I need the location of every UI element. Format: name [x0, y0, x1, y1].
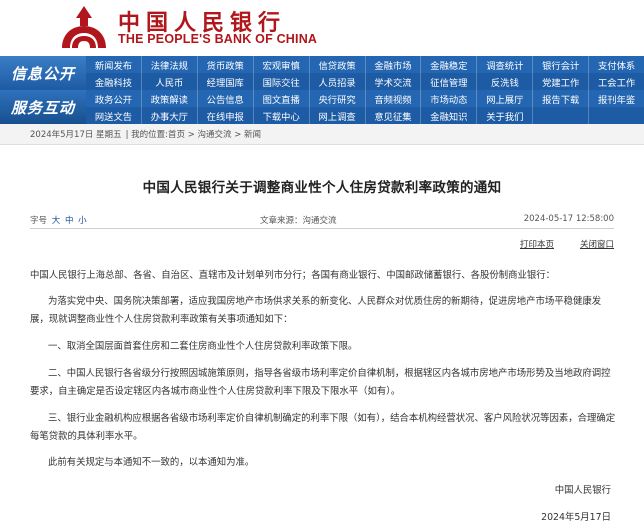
nav-link-online-filing[interactable]: 在线申报 [196, 107, 253, 124]
article-source: 文章来源：沟通交流 [260, 216, 337, 226]
nav-link-market-news[interactable]: 市场动态 [420, 90, 476, 107]
nav-link-payment-system[interactable]: 支付体系 [588, 56, 644, 73]
logo-english-name[interactable]: THE PEOPLE'S BANK OF CHINA [118, 32, 317, 46]
nav-link-about-us[interactable]: 关于我们 [476, 107, 532, 124]
nav-link-service-hall[interactable]: 办事大厅 [140, 107, 197, 124]
nav-row: 新闻发布 法律法规 货币政策 宏观审慎 信贷政策 金融市场 金融稳定 调查统计 … [86, 56, 644, 73]
nav-band-service-interaction: 服务互动 [0, 90, 86, 124]
main-nav: 信息公开 服务互动 新闻发布 法律法规 货币政策 宏观审慎 信贷政策 金融市场 … [0, 56, 644, 124]
font-size-label: 字号 [30, 216, 48, 226]
nav-link-policy-interpretation[interactable]: 政策解读 [140, 90, 197, 107]
nav-link-downloads[interactable]: 下载中心 [252, 107, 309, 124]
nav-row: 网送文告 办事大厅 在线申报 下载中心 网上调查 意见征集 金融知识 关于我们 [86, 107, 644, 124]
nav-link-gov-affairs[interactable]: 政务公开 [86, 90, 141, 107]
nav-link-financial-stability[interactable]: 金融稳定 [420, 56, 476, 73]
nav-link-av[interactable]: 音频视频 [364, 90, 421, 107]
nav-link-academic[interactable]: 学术交流 [364, 73, 421, 90]
nav-link-financial-market[interactable]: 金融市场 [364, 56, 421, 73]
nav-link-laws[interactable]: 法律法规 [140, 56, 197, 73]
nav-link-financial-knowledge[interactable]: 金融知识 [420, 107, 476, 124]
nav-link-feedback[interactable]: 意见征集 [364, 107, 421, 124]
nav-link-online-hall[interactable]: 网上展厅 [476, 90, 532, 107]
font-size-medium[interactable]: 中 [65, 216, 74, 226]
nav-link-reports[interactable]: 报告下载 [532, 90, 588, 107]
pboc-emblem-icon[interactable] [58, 4, 110, 50]
nav-link-live[interactable]: 图文直播 [252, 90, 309, 107]
nav-cell-empty [532, 107, 588, 124]
nav-row: 政务公开 政策解读 公告信息 图文直播 央行研究 音频视频 市场动态 网上展厅 … [86, 90, 644, 107]
breadcrumb-location[interactable]: | 我的位置:首页 > 沟通交流 > 新闻 [126, 128, 261, 140]
site-header: 中国人民银行 THE PEOPLE'S BANK OF CHINA [0, 0, 644, 56]
nav-cell-empty [588, 107, 644, 124]
close-window-link[interactable]: 关闭窗口 [580, 240, 614, 250]
nav-link-documents[interactable]: 网送文告 [86, 107, 141, 124]
nav-grid: 新闻发布 法律法规 货币政策 宏观审慎 信贷政策 金融市场 金融稳定 调查统计 … [86, 56, 644, 124]
article-paragraph: 为落实党中央、国务院决策部署，适应我国房地产市场供求关系的新变化、人民群众对优质… [30, 296, 602, 325]
nav-link-treasury[interactable]: 经理国库 [196, 73, 253, 90]
article-signature: 中国人民银行 [554, 485, 611, 496]
nav-link-rmb[interactable]: 人民币 [140, 73, 197, 90]
article-paragraph: 三、银行业金融机构应根据各省级市场利率定价自律机制确定的利率下限（如有），结合本… [30, 413, 616, 442]
article-sign-date: 2024年5月17日 [541, 512, 611, 521]
article-meta: 字号 大 中 小 文章来源：沟通交流 2024-05-17 12:58:00 [30, 212, 614, 229]
nav-link-announcements[interactable]: 公告信息 [196, 90, 253, 107]
article-salutation: 中国人民银行上海总部、各省、自治区、直辖市及计划单列市分行；各国有商业银行、中国… [30, 270, 556, 281]
article-paragraph: 一、取消全国层面首套住房和二套住房商业性个人住房贷款利率政策下限。 [48, 341, 358, 352]
nav-link-international[interactable]: 国际交往 [252, 73, 309, 90]
nav-link-yearbooks[interactable]: 报刊年鉴 [588, 90, 644, 107]
breadcrumb: 2024年5月17日 星期五 | 我的位置:首页 > 沟通交流 > 新闻 [0, 124, 644, 145]
font-size-selector: 字号 大 中 小 [30, 214, 87, 226]
nav-band-info-disclosure: 信息公开 [0, 56, 86, 90]
nav-link-aml[interactable]: 反洗钱 [476, 73, 532, 90]
article-datetime: 2024-05-17 12:58:00 [523, 214, 614, 224]
nav-link-party-building[interactable]: 党建工作 [532, 73, 588, 90]
nav-link-accounting[interactable]: 银行会计 [532, 56, 588, 73]
nav-link-macroprudential[interactable]: 宏观审慎 [252, 56, 309, 73]
article-paragraph: 二、中国人民银行各省级分行按照因城施策原则，指导各省级市场利率定价自律机制，根据… [30, 368, 611, 397]
nav-link-statistics[interactable]: 调查统计 [476, 56, 532, 73]
print-page-link[interactable]: 打印本页 [520, 240, 554, 250]
nav-link-credit-policy[interactable]: 信贷政策 [308, 56, 365, 73]
breadcrumb-date: 2024年5月17日 星期五 [30, 130, 122, 140]
nav-link-research[interactable]: 央行研究 [308, 90, 365, 107]
article-tools: 打印本页 关闭窗口 [520, 238, 614, 250]
nav-link-survey[interactable]: 网上调查 [308, 107, 365, 124]
article: 中国人民银行关于调整商业性个人住房贷款利率政策的通知 字号 大 中 小 文章来源… [0, 146, 644, 521]
nav-link-fintech[interactable]: 金融科技 [86, 73, 141, 90]
font-size-large[interactable]: 大 [52, 216, 61, 226]
nav-link-recruitment[interactable]: 人员招录 [308, 73, 365, 90]
nav-link-news[interactable]: 新闻发布 [86, 56, 141, 73]
article-title: 中国人民银行关于调整商业性个人住房贷款利率政策的通知 [142, 180, 502, 196]
font-size-small[interactable]: 小 [78, 216, 87, 226]
nav-link-monetary-policy[interactable]: 货币政策 [196, 56, 253, 73]
nav-row: 金融科技 人民币 经理国库 国际交往 人员招录 学术交流 征信管理 反洗钱 党建… [86, 73, 644, 90]
article-paragraph: 此前有关规定与本通知不一致的，以本通知为准。 [48, 457, 255, 468]
nav-link-union[interactable]: 工会工作 [588, 73, 644, 90]
nav-link-credit-reporting[interactable]: 征信管理 [420, 73, 476, 90]
